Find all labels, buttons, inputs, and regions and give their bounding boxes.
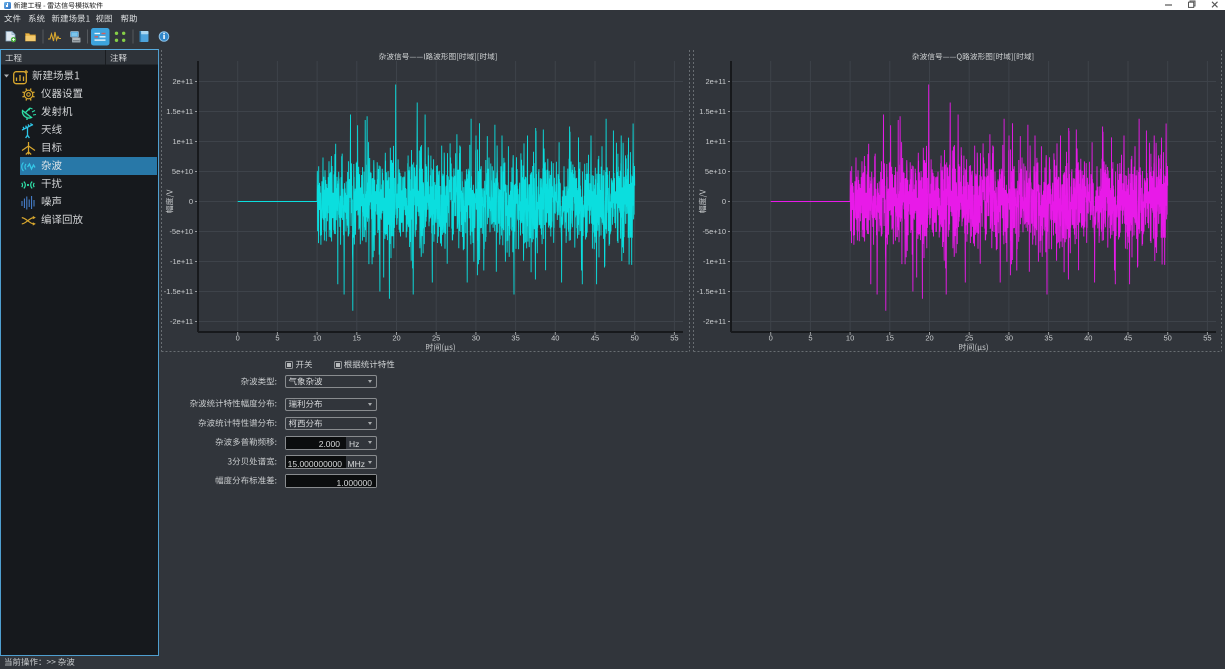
svg-text:50: 50 bbox=[1164, 334, 1172, 343]
svg-text:20: 20 bbox=[392, 334, 400, 343]
svg-text:-1e+11: -1e+11 bbox=[703, 257, 726, 266]
svg-text:45: 45 bbox=[1124, 334, 1132, 343]
svg-text:0: 0 bbox=[236, 334, 240, 343]
svg-text:5: 5 bbox=[275, 334, 279, 343]
svg-text:5e+10: 5e+10 bbox=[172, 167, 193, 176]
svg-text:40: 40 bbox=[1084, 334, 1092, 343]
svg-text:1.5e+11: 1.5e+11 bbox=[166, 107, 193, 116]
svg-text:1.5e+11: 1.5e+11 bbox=[699, 107, 726, 116]
svg-text:2e+11: 2e+11 bbox=[705, 77, 726, 86]
svg-text:-1.5e+11: -1.5e+11 bbox=[164, 287, 193, 296]
svg-text:-5e+10: -5e+10 bbox=[169, 227, 193, 236]
svg-text:30: 30 bbox=[1005, 334, 1013, 343]
svg-text:25: 25 bbox=[432, 334, 440, 343]
svg-text:0: 0 bbox=[722, 197, 726, 206]
svg-text:25: 25 bbox=[965, 334, 973, 343]
svg-text:20: 20 bbox=[925, 334, 933, 343]
svg-text:0: 0 bbox=[189, 197, 193, 206]
svg-text:1e+11: 1e+11 bbox=[172, 137, 193, 146]
svg-text:10: 10 bbox=[846, 334, 854, 343]
svg-text:10: 10 bbox=[313, 334, 321, 343]
svg-text:30: 30 bbox=[472, 334, 480, 343]
svg-text:35: 35 bbox=[1044, 334, 1052, 343]
svg-text:-1e+11: -1e+11 bbox=[170, 257, 193, 266]
svg-text:55: 55 bbox=[670, 334, 678, 343]
svg-text:-1.5e+11: -1.5e+11 bbox=[697, 287, 726, 296]
svg-text:5e+10: 5e+10 bbox=[705, 167, 726, 176]
svg-text:15: 15 bbox=[886, 334, 894, 343]
svg-text:-2e+11: -2e+11 bbox=[170, 317, 193, 326]
svg-text:35: 35 bbox=[511, 334, 519, 343]
svg-text:-2e+11: -2e+11 bbox=[703, 317, 726, 326]
svg-text:0: 0 bbox=[769, 334, 773, 343]
svg-text:15: 15 bbox=[353, 334, 361, 343]
svg-text:5: 5 bbox=[808, 334, 812, 343]
svg-text:55: 55 bbox=[1203, 334, 1211, 343]
svg-text:1e+11: 1e+11 bbox=[705, 137, 726, 146]
svg-text:50: 50 bbox=[631, 334, 639, 343]
svg-text:40: 40 bbox=[551, 334, 559, 343]
svg-text:45: 45 bbox=[591, 334, 599, 343]
svg-text:-5e+10: -5e+10 bbox=[702, 227, 726, 236]
svg-text:2e+11: 2e+11 bbox=[172, 77, 193, 86]
